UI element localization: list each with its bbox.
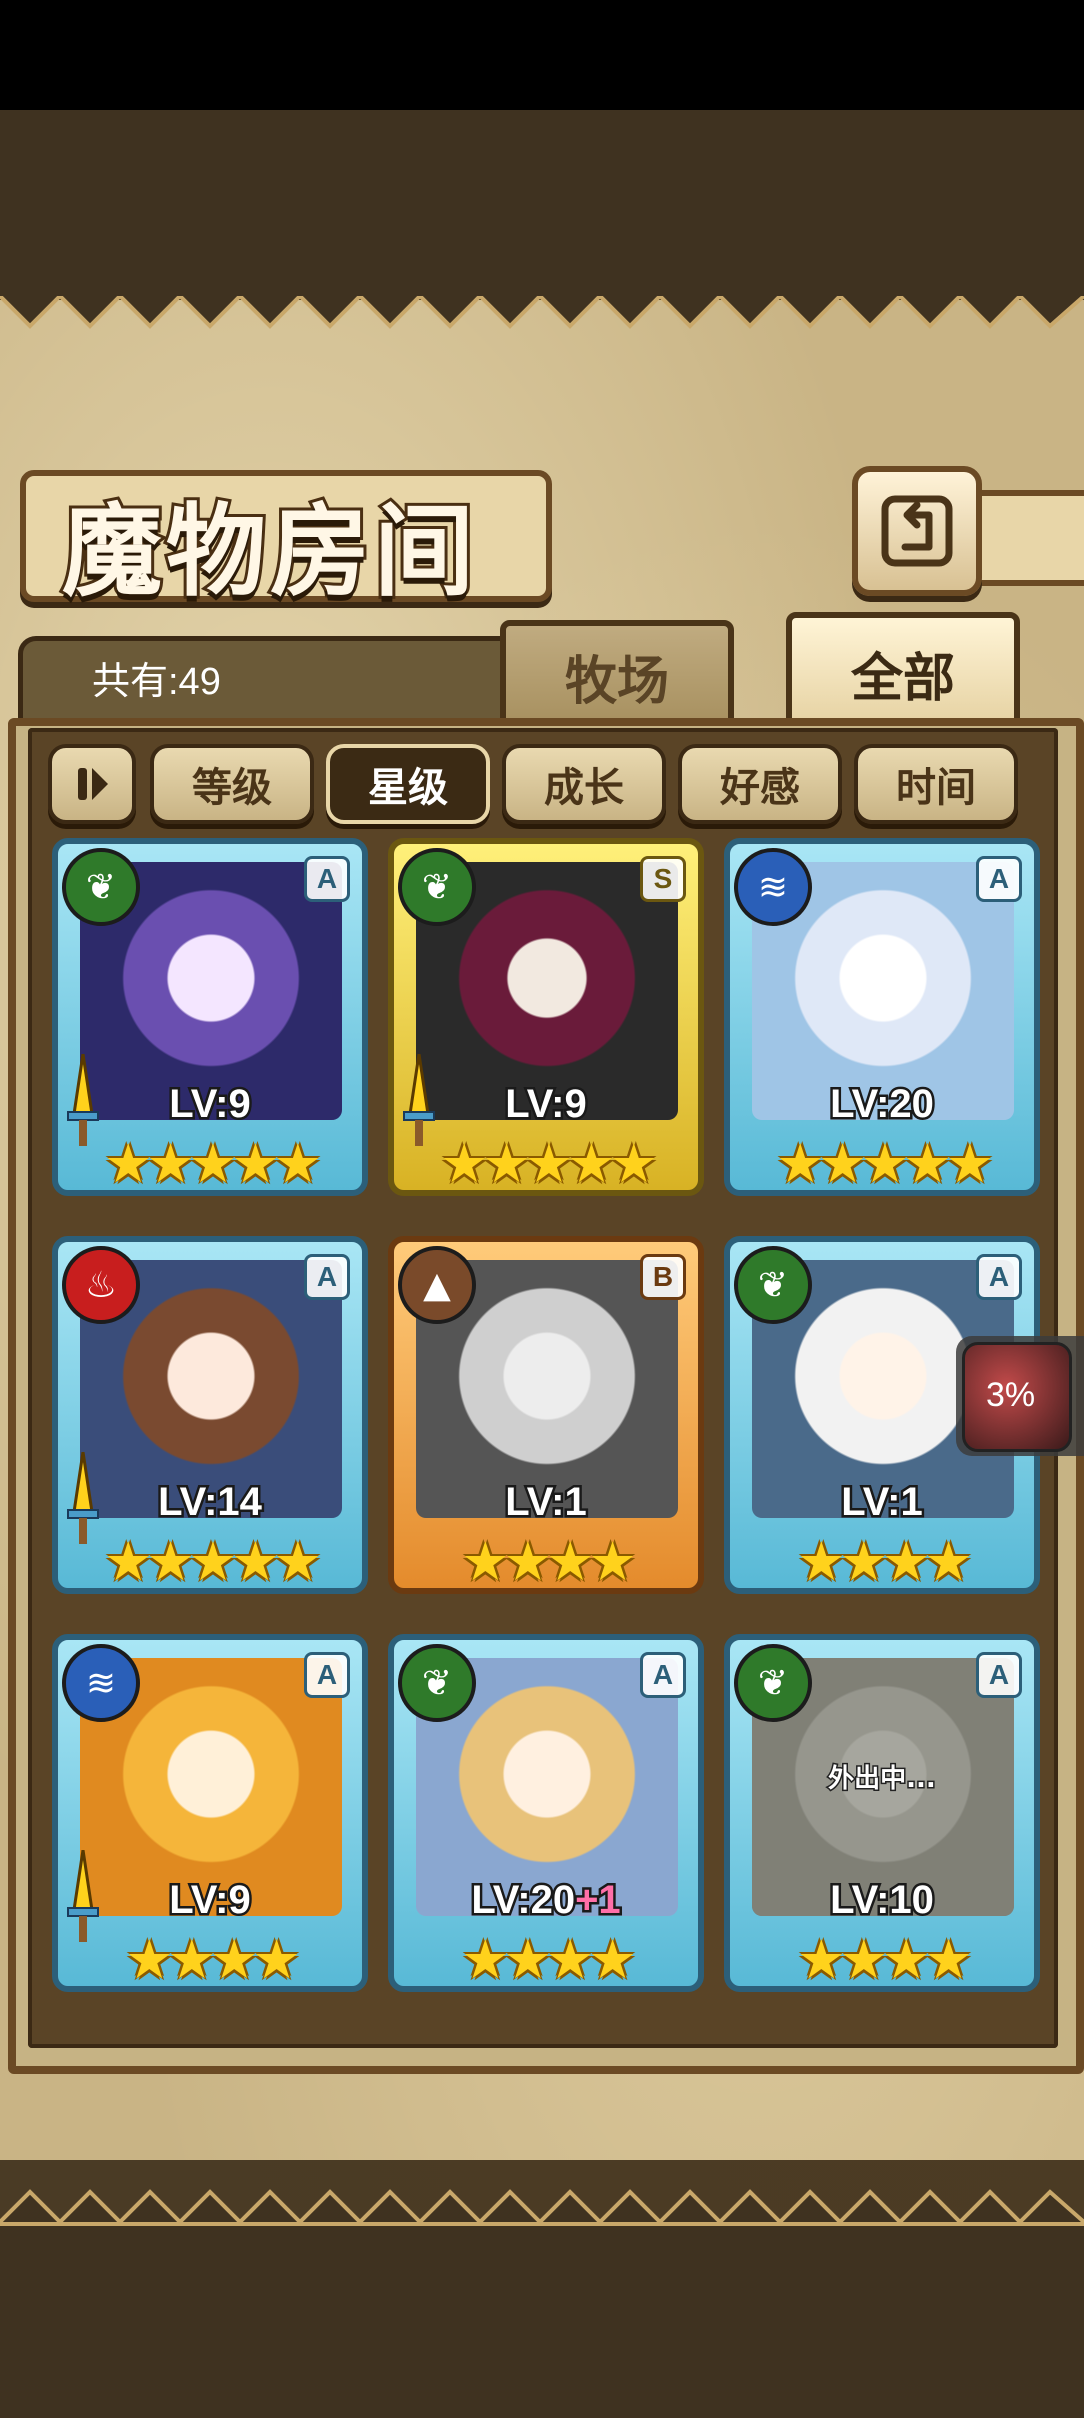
rank-badge: A: [304, 856, 350, 902]
monster-card[interactable]: A ≋ LV:20 ★★★★★: [724, 838, 1040, 1196]
monster-card[interactable]: A ❦ 外出中... LV:10 ★★★★: [724, 1634, 1040, 1992]
filter-level[interactable]: 等级: [150, 744, 314, 824]
level-label: LV:1: [839, 1478, 925, 1527]
back-arrow-icon: [881, 495, 953, 567]
leaf-element-icon: ❦: [62, 848, 140, 926]
monster-card[interactable]: S ❦ LV:9 ★★★★★: [388, 838, 704, 1196]
leaf-element-icon: ❦: [398, 1644, 476, 1722]
monster-card[interactable]: A ❦ LV:9 ★★★★★: [52, 838, 368, 1196]
monster-card[interactable]: A ≋ LV:9 ★★★★: [52, 1634, 368, 1992]
level-label: LV:9: [503, 1080, 589, 1129]
star-rating: ★★★★★: [103, 1530, 322, 1593]
status-bar-area: [0, 0, 1084, 110]
monster-card[interactable]: A ❦ LV:20+1 ★★★★: [388, 1634, 704, 1992]
star-rating: ★★★★★: [775, 1132, 994, 1195]
rank-badge: A: [304, 1652, 350, 1698]
fire-element-icon: ♨: [62, 1246, 140, 1324]
filter-growth[interactable]: 成长: [502, 744, 666, 824]
rank-badge: A: [976, 1652, 1022, 1698]
star-rating: ★★★★: [797, 1530, 973, 1593]
earth-element-icon: ▲: [398, 1246, 476, 1324]
level-label: LV:20+1: [469, 1876, 624, 1925]
level-bonus: +1: [573, 1876, 624, 1925]
away-status: 外出中...: [827, 1763, 938, 1796]
leaf-element-icon: ❦: [734, 1246, 812, 1324]
water-element-icon: ≋: [62, 1644, 140, 1722]
leaf-element-icon: ❦: [734, 1644, 812, 1722]
rank-badge: A: [640, 1652, 686, 1698]
back-button[interactable]: [852, 466, 982, 596]
sort-order-button[interactable]: [48, 744, 136, 824]
rank-badge: B: [640, 1254, 686, 1300]
floating-percent: 3%: [986, 1376, 1036, 1414]
water-element-icon: ≋: [734, 848, 812, 926]
level-label: LV:14: [156, 1478, 265, 1527]
level-label: LV:10: [828, 1876, 937, 1925]
bottom-map-band: [0, 2220, 1084, 2418]
filter-time[interactable]: 时间: [854, 744, 1018, 824]
monster-count: 共有:49: [92, 661, 221, 703]
star-rating: ★★★★: [461, 1928, 637, 1991]
level-label: LV:20: [828, 1080, 937, 1129]
bottom-zigzag-edge: [0, 2189, 1084, 2222]
leaf-element-icon: ❦: [398, 848, 476, 926]
rank-badge: A: [304, 1254, 350, 1300]
level-label: LV:1: [503, 1478, 589, 1527]
filter-affection[interactable]: 好感: [678, 744, 842, 824]
star-rating: ★★★★: [125, 1928, 301, 1991]
page-title: 魔物房间: [59, 489, 478, 613]
top-zigzag-edge: [0, 296, 1084, 329]
tab-all[interactable]: 全部: [786, 612, 1020, 734]
star-rating: ★★★★: [461, 1530, 637, 1593]
tab-farm[interactable]: 牧场: [500, 620, 734, 732]
filter-star[interactable]: 星级: [326, 744, 490, 824]
star-rating: ★★★★: [797, 1928, 973, 1991]
monster-card[interactable]: B ▲ LV:1 ★★★★: [388, 1236, 704, 1594]
top-map-band: [0, 110, 1084, 306]
level-label: LV:9: [167, 1080, 253, 1129]
rank-badge: A: [976, 856, 1022, 902]
floating-widget[interactable]: 3%: [956, 1336, 1084, 1456]
rank-badge: A: [976, 1254, 1022, 1300]
pause-icon: [78, 768, 108, 800]
star-rating: ★★★★★: [103, 1132, 322, 1195]
monster-card[interactable]: A ♨ LV:14 ★★★★★: [52, 1236, 368, 1594]
rank-badge: S: [640, 856, 686, 902]
level-label: LV:9: [167, 1876, 253, 1925]
star-rating: ★★★★★: [439, 1132, 658, 1195]
